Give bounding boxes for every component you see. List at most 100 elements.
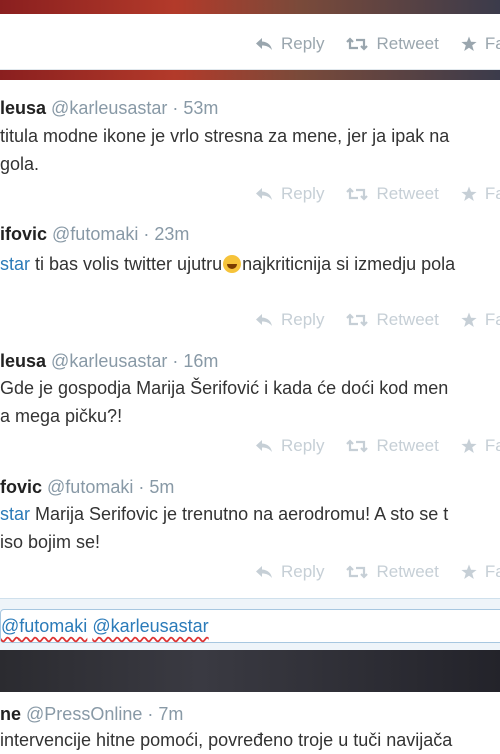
retweet-action[interactable]: Retweet bbox=[346, 34, 439, 54]
grin-emoji-icon bbox=[223, 255, 242, 273]
tweet[interactable]: ne @PressOnline · 7m intervencije hitne … bbox=[0, 692, 500, 750]
reply-icon bbox=[256, 440, 272, 452]
tweet-text-line: a mega pičku?! bbox=[0, 406, 123, 426]
reply-label: Reply bbox=[281, 184, 325, 203]
tweet-text-line: iso bojim se! bbox=[0, 532, 101, 552]
tweet-actions: Reply Retweet Fa bbox=[255, 184, 500, 204]
reply-label: Reply bbox=[281, 436, 325, 455]
tweet-header: ne @PressOnline · 7m bbox=[0, 704, 183, 725]
tweet-text-line: Gde je gospodja Marija Šerifović i kada … bbox=[0, 378, 449, 398]
reply-input-text: @futomaki @karleusastar bbox=[1, 616, 209, 637]
favorite-action[interactable]: Fa bbox=[461, 562, 500, 582]
favorite-label: Fa bbox=[484, 34, 500, 53]
author-handle[interactable]: @karleusastar bbox=[51, 351, 167, 371]
tweet-separator: · bbox=[133, 477, 150, 497]
favorite-action[interactable]: Fa bbox=[461, 34, 500, 54]
tweet-separator: · bbox=[138, 224, 155, 244]
author-handle[interactable]: @PressOnline bbox=[26, 704, 142, 724]
tweet-text-part: ti bas volis twitter ujutru bbox=[30, 254, 223, 274]
retweet-action[interactable]: Retweet bbox=[346, 436, 439, 456]
reply-action[interactable]: Reply bbox=[255, 562, 324, 582]
reply-label: Reply bbox=[281, 310, 325, 329]
tweet-separator: · bbox=[167, 351, 184, 371]
reply-icon bbox=[256, 566, 272, 578]
tweet[interactable]: fovic @futomaki · 5m star Marija Serifov… bbox=[0, 462, 500, 598]
retweet-icon bbox=[346, 439, 369, 453]
retweet-label: Retweet bbox=[376, 562, 439, 581]
star-icon bbox=[461, 36, 477, 51]
favorite-label: Fa bbox=[484, 184, 500, 203]
author-name[interactable]: leusa bbox=[0, 351, 46, 371]
favorite-action[interactable]: Fa bbox=[461, 184, 500, 204]
tweet-text-line: titula modne ikone je vrlo stresna za me… bbox=[0, 126, 450, 146]
tweet-header: leusa @karleusastar · 16m bbox=[0, 351, 218, 372]
retweet-label: Retweet bbox=[376, 184, 439, 203]
tweet-text-part: najkriticnija si izmedju pola bbox=[242, 254, 456, 274]
author-name[interactable]: ne bbox=[0, 704, 21, 724]
author-handle[interactable]: @futomaki bbox=[47, 477, 133, 497]
tweet[interactable]: ifovic @futomaki · 23m star ti bas volis… bbox=[0, 210, 500, 337]
tweet-separator: · bbox=[142, 704, 159, 724]
tweet-time[interactable]: 53m bbox=[183, 98, 218, 118]
author-name[interactable]: leusa bbox=[0, 98, 46, 118]
retweet-label: Retweet bbox=[376, 34, 439, 53]
reply-action[interactable]: Reply bbox=[255, 310, 324, 330]
reply-label: Reply bbox=[281, 562, 325, 581]
favorite-label: Fa bbox=[484, 436, 500, 455]
tweet-text: star Marija Serifovic je trenutno na aer… bbox=[0, 500, 448, 528]
tweet-actions: Reply Retweet Fa bbox=[255, 562, 500, 582]
reply-label: Reply bbox=[281, 34, 325, 53]
favorite-action[interactable]: Fa bbox=[461, 310, 500, 330]
reply-box: @futomaki @karleusastar bbox=[0, 598, 500, 651]
tweet-header: ifovic @futomaki · 23m bbox=[0, 224, 189, 245]
star-icon bbox=[461, 312, 477, 327]
reply-mention: @karleusastar bbox=[92, 616, 209, 636]
tweet-time[interactable]: 7m bbox=[158, 704, 183, 724]
reply-icon bbox=[256, 38, 272, 50]
retweet-icon bbox=[346, 565, 369, 579]
retweet-action[interactable]: Retweet bbox=[346, 310, 439, 330]
author-name[interactable]: ifovic bbox=[0, 224, 47, 244]
retweet-label: Retweet bbox=[376, 310, 439, 329]
mention-link[interactable]: star bbox=[0, 504, 30, 524]
tweet-separator: · bbox=[167, 98, 184, 118]
reply-icon bbox=[256, 188, 272, 200]
tweet-actions: Reply Retweet Fa bbox=[255, 436, 500, 456]
retweet-icon bbox=[346, 187, 369, 201]
mention-link[interactable]: star bbox=[0, 254, 30, 274]
retweet-icon bbox=[346, 313, 369, 327]
tweet-header: fovic @futomaki · 5m bbox=[0, 477, 174, 498]
star-icon bbox=[461, 186, 477, 201]
author-handle[interactable]: @karleusastar bbox=[51, 98, 167, 118]
reply-action[interactable]: Reply bbox=[255, 34, 324, 54]
tweet-header: leusa @karleusastar · 53m bbox=[0, 98, 218, 119]
reply-mention: @futomaki bbox=[1, 616, 88, 636]
favorite-label: Fa bbox=[484, 310, 500, 329]
retweet-label: Retweet bbox=[376, 436, 439, 455]
retweet-icon bbox=[346, 37, 369, 51]
star-icon bbox=[461, 438, 477, 453]
favorite-action[interactable]: Fa bbox=[461, 436, 500, 456]
retweet-action[interactable]: Retweet bbox=[346, 562, 439, 582]
reply-input[interactable]: @futomaki @karleusastar bbox=[0, 609, 500, 643]
tweet-actions: Reply Retweet Fa bbox=[255, 34, 500, 54]
reply-action[interactable]: Reply bbox=[255, 184, 324, 204]
retweet-action[interactable]: Retweet bbox=[346, 184, 439, 204]
tweet-text-part: Marija Serifovic je trenutno na aerodrom… bbox=[30, 504, 449, 524]
favorite-label: Fa bbox=[484, 562, 500, 581]
author-name[interactable]: fovic bbox=[0, 477, 42, 497]
tweet[interactable]: leusa @karleusastar · 53m titula modne i… bbox=[0, 80, 500, 211]
tweet-text-line: gola. bbox=[0, 154, 40, 174]
reply-action[interactable]: Reply bbox=[255, 436, 324, 456]
tweet-time[interactable]: 5m bbox=[149, 477, 174, 497]
tweet-timeline: leusa @karleusastar · 53m titula modne i… bbox=[0, 80, 500, 650]
reply-icon bbox=[256, 314, 272, 326]
tweet-time[interactable]: 23m bbox=[154, 224, 189, 244]
previous-tweet-actions: Reply Retweet Fa bbox=[0, 14, 500, 70]
tweet-time[interactable]: 16m bbox=[183, 351, 218, 371]
author-handle[interactable]: @futomaki bbox=[52, 224, 138, 244]
tweet[interactable]: leusa @karleusastar · 16m Gde je gospodj… bbox=[0, 336, 500, 463]
tweet-actions: Reply Retweet Fa bbox=[255, 310, 500, 330]
star-icon bbox=[461, 564, 477, 579]
tweet-text: star ti bas volis twitter ujutru najkriti… bbox=[0, 250, 455, 278]
